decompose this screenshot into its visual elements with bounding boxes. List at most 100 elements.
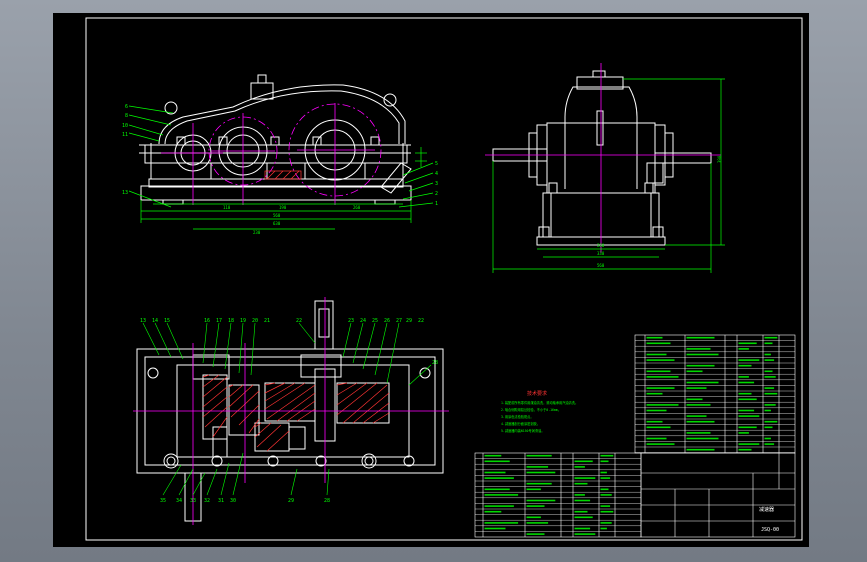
table-cell-mark: [646, 426, 671, 429]
title-block: [640, 452, 796, 538]
table-cell-mark: [646, 387, 675, 389]
table-cell-mark: [738, 348, 749, 350]
top-label: 19: [240, 318, 246, 324]
notes-line: 3.用涂色法检验斑点。: [501, 414, 534, 419]
front-label: 5: [435, 161, 438, 167]
front-view-part-labels-right: 5 4 3 2 1: [435, 161, 438, 207]
side-view: [492, 70, 712, 246]
table-cell-mark: [646, 370, 671, 373]
table-cell-mark: [574, 482, 588, 485]
svg-text:630: 630: [273, 221, 281, 226]
front-view-hatch: [264, 170, 302, 180]
cad-drawing: 110 190 260 560630230 6 8 10 11 13 5 4 3 2…: [85, 17, 803, 541]
table-cell-mark: [646, 404, 679, 406]
table-cell-mark: [764, 353, 771, 356]
table-cell-mark: [738, 409, 755, 412]
table-cell-mark: [764, 437, 771, 440]
table-cell-mark: [526, 488, 541, 491]
front-label: 10: [122, 123, 128, 129]
top-label: 33: [190, 498, 196, 504]
table-cell-mark: [764, 387, 775, 389]
table-cell-mark: [686, 387, 707, 389]
top-label: 21: [264, 318, 270, 324]
table-cell-mark: [574, 466, 585, 468]
front-label: 3: [435, 181, 438, 187]
front-view-part-labels: 6 8 10 11 13: [122, 104, 128, 196]
parts-list-lower-entries: [484, 454, 614, 535]
table-cell-mark: [526, 533, 545, 535]
table-cell-mark: [526, 471, 556, 474]
table-cell-mark: [526, 522, 549, 524]
table-cell-mark: [764, 443, 775, 445]
table-cell-mark: [484, 522, 519, 524]
table-cell-mark: [484, 510, 502, 513]
top-label: 31: [218, 498, 224, 504]
table-cell-mark: [600, 522, 612, 524]
top-view-labels: 13 14 15 16 17 18 19 20 21 22 23 24 25 2…: [140, 318, 438, 366]
table-cell-mark: [484, 494, 519, 496]
table-cell-mark: [484, 477, 514, 479]
table-cell-mark: [646, 392, 663, 395]
table-cell-mark: [764, 392, 778, 395]
top-label: 23: [348, 318, 354, 324]
table-cell-mark: [646, 420, 663, 423]
svg-text:110: 110: [223, 205, 231, 210]
drawing-name: 减速器: [759, 506, 774, 513]
table-cell-mark: [600, 527, 607, 530]
drawing-sheet: 110 190 260 560 630 230 6 8 10 11 13 5 4 3 2…: [53, 13, 809, 547]
table-cell-mark: [738, 448, 752, 451]
table-cell-mark: [764, 409, 771, 412]
technical-notes: 技术要求 1.装配前所有零件用煤油清洗，滚动轴承用汽油清洗。 2.啮合侧隙用铅丝…: [501, 390, 578, 433]
table-cell-mark: [738, 443, 760, 445]
screenshot-background: 110 190 260 560 630 230 6 8 10 11 13 5 4 3 2…: [0, 0, 867, 562]
table-cell-mark: [686, 404, 711, 406]
table-cell-mark: [738, 342, 757, 345]
table-cell-mark: [686, 336, 715, 339]
top-label: 25: [372, 318, 378, 324]
top-label: 28: [324, 498, 330, 504]
table-cell-mark: [686, 348, 711, 350]
table-cell-mark: [484, 527, 506, 530]
svg-text:230: 230: [253, 230, 261, 235]
table-cell-mark: [526, 516, 541, 519]
top-label: 32: [204, 498, 210, 504]
table-cell-mark: [600, 477, 611, 479]
table-cell-mark: [526, 505, 545, 507]
parts-list-upper-rows: [635, 340, 795, 453]
notes-line: 2.啮合侧隙用铅丝检验，不小于0.16mm。: [501, 407, 561, 412]
notes-line: 5.减速器内装N150号润滑油。: [501, 428, 544, 433]
svg-text:260: 260: [353, 205, 361, 210]
table-cell-mark: [526, 482, 552, 485]
table-cell-mark: [484, 460, 510, 463]
top-label: 28: [432, 360, 438, 366]
table-cell-mark: [686, 370, 703, 373]
table-cell-mark: [738, 398, 757, 401]
table-cell-mark: [738, 426, 757, 429]
table-cell-mark: [600, 505, 611, 507]
table-cell-mark: [600, 510, 614, 513]
top-view-centerlines: [133, 297, 449, 525]
table-cell-mark: [600, 488, 609, 491]
table-cell-mark: [574, 516, 593, 519]
top-label: 18: [228, 318, 234, 324]
table-cell-mark: [526, 454, 552, 457]
top-label: 29: [406, 318, 412, 324]
table-cell-mark: [686, 381, 719, 384]
title-block-text: 减速器 JSQ-00: [759, 506, 779, 533]
table-cell-mark: [686, 398, 703, 401]
table-cell-mark: [686, 364, 715, 367]
table-cell-mark: [686, 437, 719, 440]
table-cell-mark: [574, 527, 591, 530]
top-label: 16: [204, 318, 210, 324]
table-cell-mark: [646, 359, 675, 361]
svg-text:560: 560: [273, 213, 281, 218]
front-view-dim-text: 110 190 260 560 630 230: [223, 205, 361, 235]
table-cell-mark: [600, 471, 607, 474]
table-cell-mark: [646, 336, 663, 339]
svg-text:560: 560: [597, 263, 605, 268]
table-cell-mark: [738, 376, 749, 378]
front-label: 4: [435, 171, 438, 177]
notes-line: 1.装配前所有零件用煤油清洗，滚动轴承用汽油清洗。: [501, 400, 578, 405]
top-label: 22: [418, 318, 424, 324]
front-view-centerlines: [161, 103, 382, 205]
